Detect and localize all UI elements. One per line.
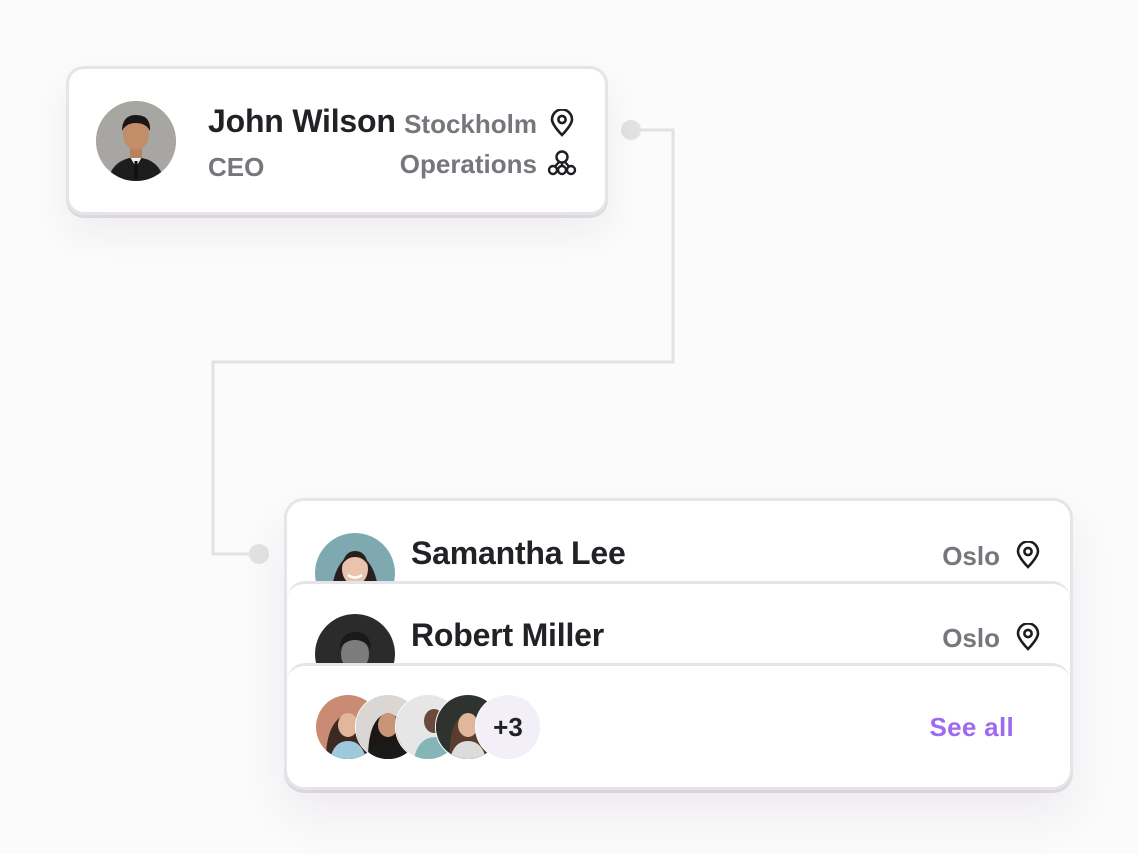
location-pin-icon bbox=[1015, 540, 1041, 574]
samantha-location: Oslo bbox=[942, 541, 1000, 571]
ceo-department: Operations bbox=[399, 149, 537, 179]
team-card[interactable]: Samantha Lee Oslo Robert Miller Oslo +3 … bbox=[284, 498, 1073, 790]
connector-dot-top bbox=[621, 120, 641, 140]
team-members-row: +3 See all bbox=[287, 663, 1070, 787]
location-pin-icon bbox=[549, 108, 575, 142]
samantha-name: Samantha Lee bbox=[411, 535, 626, 571]
team-avatar-stack[interactable]: +3 bbox=[315, 694, 555, 760]
connector-dot-bottom bbox=[249, 544, 269, 564]
robert-name: Robert Miller bbox=[411, 617, 604, 653]
ceo-card[interactable]: John Wilson CEO Stockholm Operations bbox=[66, 66, 608, 215]
ceo-name: John Wilson bbox=[208, 103, 396, 139]
report-row-samantha[interactable]: Samantha Lee Oslo bbox=[287, 501, 1070, 613]
ceo-title: CEO bbox=[208, 152, 265, 182]
location-pin-icon bbox=[1015, 622, 1041, 656]
ceo-avatar bbox=[96, 101, 176, 181]
see-all-link[interactable]: See all bbox=[930, 712, 1015, 743]
report-row-robert[interactable]: Robert Miller Oslo bbox=[287, 581, 1070, 694]
more-members-badge[interactable]: +3 bbox=[475, 694, 541, 760]
robert-location: Oslo bbox=[942, 623, 1000, 653]
department-icon bbox=[547, 149, 577, 182]
ceo-location: Stockholm bbox=[404, 109, 537, 139]
